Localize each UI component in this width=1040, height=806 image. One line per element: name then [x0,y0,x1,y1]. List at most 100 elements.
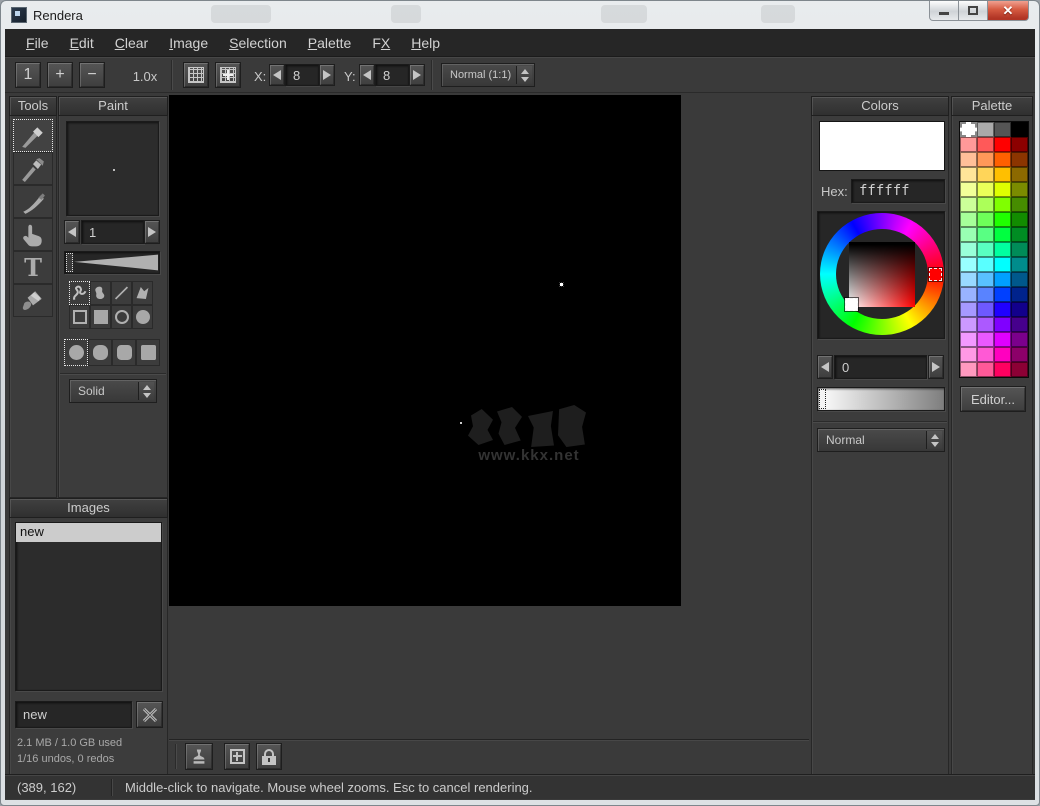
grid-x-increment[interactable] [319,64,335,86]
palette-swatch[interactable] [977,332,994,347]
hex-field[interactable] [851,179,945,203]
grid-y-input[interactable] [383,68,408,83]
stroke-rect-filled-button[interactable] [90,305,111,329]
zoom-in-button[interactable]: + [47,62,73,88]
palette-swatch[interactable] [994,362,1011,377]
brush-size-slider[interactable] [64,251,160,274]
grid-y-decrement[interactable] [359,64,375,86]
tool-paint-button[interactable] [13,119,53,152]
palette-swatch[interactable] [1011,272,1028,287]
grid-toggle-button[interactable] [183,62,209,88]
palette-swatch[interactable] [977,152,994,167]
zoom-1to1-button[interactable]: 1 [15,62,41,88]
grid-x-decrement[interactable] [269,64,285,86]
palette-swatch[interactable] [994,212,1011,227]
palette-swatch[interactable] [960,242,977,257]
trans-slider[interactable] [817,387,945,411]
tool-text-button[interactable]: T [13,251,53,284]
stroke-oval-outline-button[interactable] [111,305,132,329]
palette-swatch[interactable] [977,122,994,137]
palette-swatch[interactable] [960,122,977,137]
trans-slider-handle[interactable] [819,389,826,409]
palette-swatch[interactable] [977,287,994,302]
origin-button[interactable] [224,743,250,770]
tool-offset-button[interactable] [13,218,53,251]
zoom-out-button[interactable]: − [79,62,105,88]
palette-swatch[interactable] [977,227,994,242]
palette-swatch[interactable] [994,137,1011,152]
edge-hard-round-button[interactable] [88,339,112,366]
palette-swatch[interactable] [960,347,977,362]
edge-soft-square-button[interactable] [112,339,136,366]
palette-swatch[interactable] [960,182,977,197]
menu-item-file[interactable]: File [19,31,56,55]
palette-swatch[interactable] [960,167,977,182]
tool-getcolor-button[interactable] [13,152,53,185]
palette-swatch[interactable] [1011,302,1028,317]
palette-swatch[interactable] [960,287,977,302]
palette-swatch[interactable] [960,362,977,377]
maximize-button[interactable] [959,1,987,21]
stroke-oval-filled-button[interactable] [132,305,153,329]
menu-item-palette[interactable]: Palette [301,31,359,55]
trans-increment[interactable] [928,355,944,379]
tool-fill-button[interactable] [13,284,53,317]
color-wheel-box[interactable] [817,211,945,339]
grid-x-field[interactable] [285,64,319,86]
palette-editor-button[interactable]: Editor... [960,386,1026,412]
palette-swatch[interactable] [1011,167,1028,182]
palette-swatch[interactable] [994,347,1011,362]
palette-swatch[interactable] [977,137,994,152]
palette-swatch[interactable] [960,302,977,317]
palette-swatch[interactable] [960,152,977,167]
stroke-region-button[interactable] [90,281,111,305]
menu-item-clear[interactable]: Clear [108,31,155,55]
brush-size-decrement[interactable] [64,220,80,244]
palette-swatch[interactable] [977,212,994,227]
hue-marker[interactable] [929,268,942,281]
palette-swatch[interactable] [994,287,1011,302]
palette-swatch[interactable] [1011,242,1028,257]
close-button[interactable]: ✕ [987,1,1029,21]
hex-input[interactable] [859,183,944,199]
palette-swatch[interactable] [960,197,977,212]
palette-swatch[interactable] [960,227,977,242]
tool-crop-button[interactable] [13,185,53,218]
palette-swatch[interactable] [1011,197,1028,212]
saturation-value-square[interactable] [849,242,915,307]
canvas[interactable]: www.kkx.net [169,95,681,606]
palette-swatch[interactable] [1011,137,1028,152]
slider-handle[interactable] [66,253,73,272]
menu-item-edit[interactable]: Edit [63,31,101,55]
palette-swatch[interactable] [977,347,994,362]
palette-swatch[interactable] [977,257,994,272]
palette-swatch[interactable] [1011,287,1028,302]
sv-marker[interactable] [845,298,858,311]
edge-hard-square-button[interactable] [136,339,160,366]
palette-swatch[interactable] [977,362,994,377]
palette-swatch[interactable] [977,197,994,212]
images-list[interactable]: new [15,522,162,691]
grid-y-increment[interactable] [409,64,425,86]
grid-x-input[interactable] [293,68,318,83]
palette-swatch[interactable] [994,167,1011,182]
palette-swatch[interactable] [1011,152,1028,167]
palette-swatch[interactable] [994,272,1011,287]
trans-field[interactable] [834,355,927,379]
palette-swatch[interactable] [1011,332,1028,347]
constrain-button[interactable] [256,743,282,770]
palette-swatch[interactable] [977,272,994,287]
palette-swatch[interactable] [960,137,977,152]
grid-y-field[interactable] [375,64,409,86]
palette-swatch[interactable] [1011,122,1028,137]
view-mode-dropdown[interactable]: Normal (1:1) [441,63,535,87]
trans-decrement[interactable] [817,355,833,379]
menu-item-selection[interactable]: Selection [222,31,294,55]
blend-mode-dropdown[interactable]: Normal [817,428,945,452]
palette-swatch[interactable] [1011,317,1028,332]
clone-button[interactable] [185,743,213,770]
palette-swatch[interactable] [1011,227,1028,242]
palette-swatch[interactable] [1011,257,1028,272]
brush-size-increment[interactable] [144,220,160,244]
palette-swatch[interactable] [977,317,994,332]
